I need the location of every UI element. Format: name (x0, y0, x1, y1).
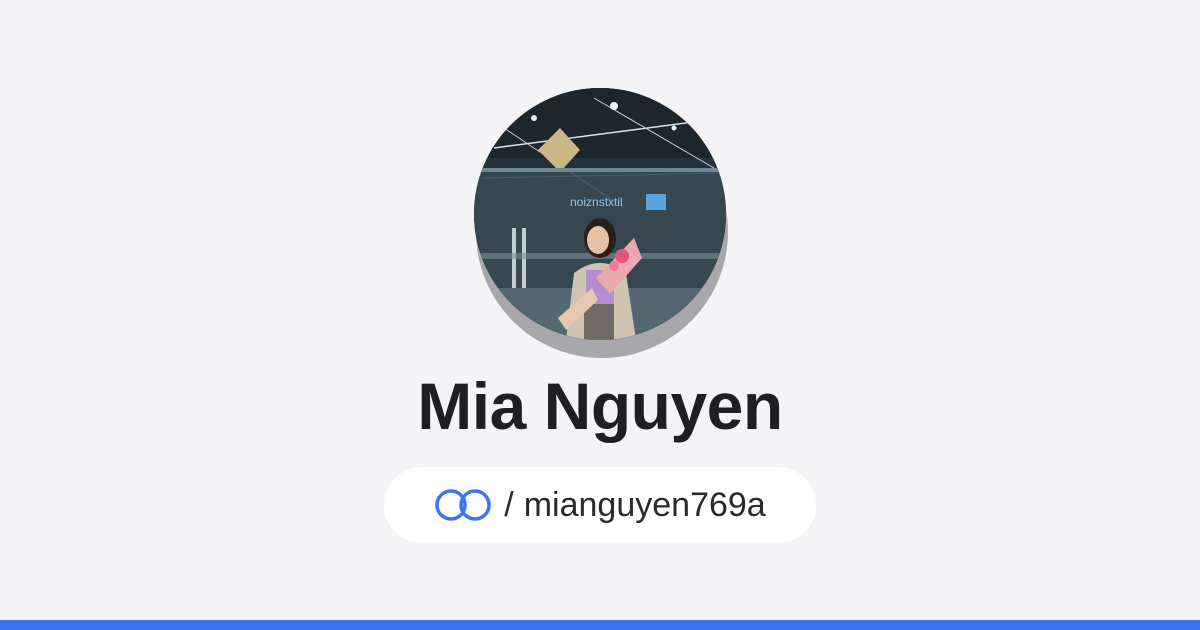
avatar: noiznstxtil (474, 88, 726, 340)
bottom-accent-bar (0, 620, 1200, 630)
profile-name: Mia Nguyen (417, 369, 783, 443)
profile-link-pill[interactable]: / mianguyen769a (384, 467, 816, 543)
profile-photo-icon: noiznstxtil (474, 88, 726, 340)
avatar-container: noiznstxtil (474, 88, 728, 358)
link-rings-icon (434, 487, 492, 523)
svg-text:noiznstxtil: noiznstxtil (570, 195, 623, 209)
handle-separator: / (504, 486, 514, 524)
username: mianguyen769a (523, 486, 766, 524)
